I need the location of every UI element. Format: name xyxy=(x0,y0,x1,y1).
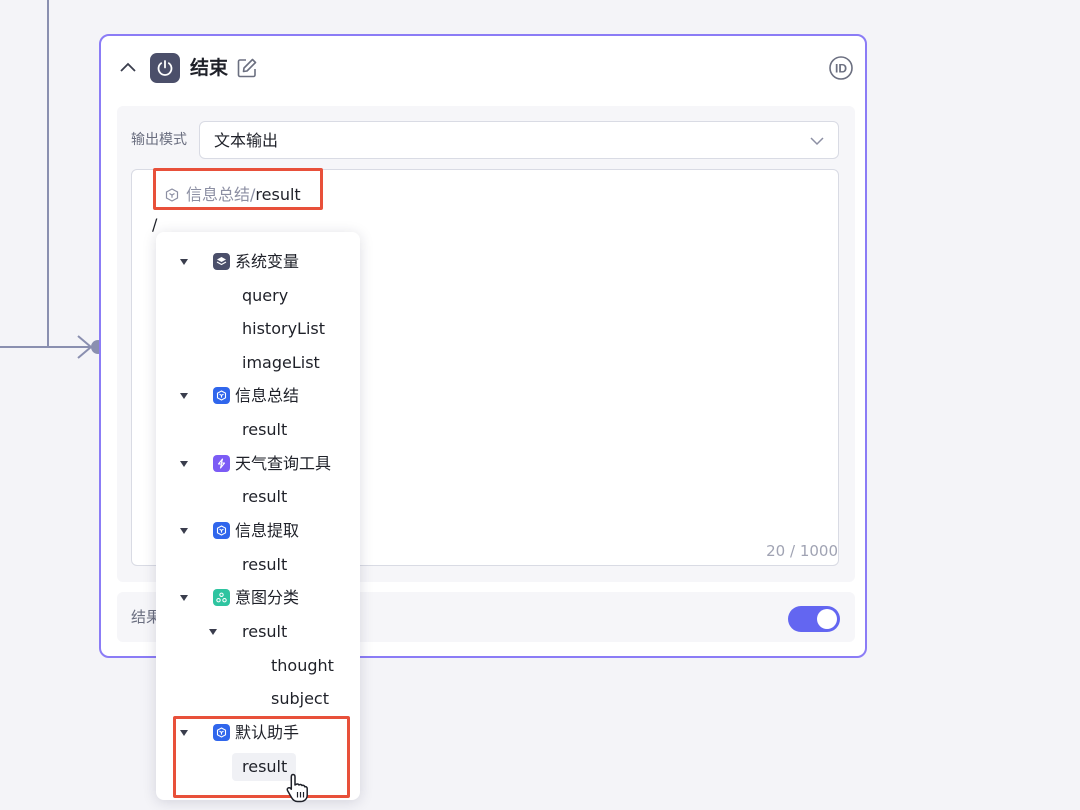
variable-reference-tag[interactable]: 信息总结 / result xyxy=(165,184,301,206)
variable-dropdown: 系统变量 query historyList imageList 信息总结 re… xyxy=(156,232,360,800)
tree-item[interactable]: result xyxy=(156,550,360,580)
layers-icon xyxy=(213,253,230,270)
variable-field-name: result xyxy=(255,185,301,204)
tree-group-info-summary[interactable]: 信息总结 xyxy=(156,381,360,411)
caret-down-icon[interactable] xyxy=(180,595,188,601)
tree-item-label: historyList xyxy=(242,319,325,338)
caret-down-icon[interactable] xyxy=(180,528,188,534)
caret-down-icon[interactable] xyxy=(180,393,188,399)
tree-item[interactable]: result xyxy=(156,415,360,445)
cube-icon xyxy=(213,724,230,741)
tree-group-label: 意图分类 xyxy=(235,588,300,607)
chevron-down-icon xyxy=(810,137,824,146)
tree-group-label: 信息提取 xyxy=(235,521,300,540)
edit-icon[interactable] xyxy=(236,57,258,79)
caret-down-icon[interactable] xyxy=(180,461,188,467)
tree-item[interactable]: query xyxy=(156,281,360,311)
tree-group-system-variables[interactable]: 系统变量 xyxy=(156,247,360,277)
cube-icon xyxy=(165,188,179,202)
cube-icon xyxy=(213,522,230,539)
cube-icon xyxy=(213,387,230,404)
toggle-knob xyxy=(817,609,837,629)
connector-line-horizontal xyxy=(0,346,47,348)
tree-item-label: result xyxy=(242,487,288,506)
output-mode-value: 文本输出 xyxy=(214,131,279,150)
tree-group-label: 信息总结 xyxy=(235,386,300,405)
tree-item-label: thought xyxy=(271,656,334,675)
caret-down-icon[interactable] xyxy=(180,259,188,265)
tree-group-default-assistant[interactable]: 默认助手 xyxy=(156,718,360,748)
chevron-up-icon[interactable] xyxy=(118,58,138,78)
tree-item-label: result xyxy=(242,420,288,439)
svg-text:ID: ID xyxy=(835,62,847,76)
tree-group-label: 默认助手 xyxy=(235,723,300,742)
tree-group-intent-classify[interactable]: 意图分类 xyxy=(156,583,360,613)
connector-line-vertical xyxy=(47,0,49,347)
tree-group-weather-tool[interactable]: 天气查询工具 xyxy=(156,449,360,479)
hand-pointer-icon xyxy=(286,773,308,803)
tree-group-label: 天气查询工具 xyxy=(235,454,332,473)
power-icon xyxy=(157,60,173,76)
tree-item[interactable]: result xyxy=(156,482,360,512)
node-type-icon xyxy=(150,53,180,83)
output-mode-select[interactable]: 文本输出 xyxy=(199,121,839,159)
tree-item[interactable]: thought xyxy=(156,651,360,681)
caret-down-icon[interactable] xyxy=(209,629,217,635)
tree-item[interactable]: subject xyxy=(156,684,360,714)
bolt-icon xyxy=(213,455,230,472)
tree-item-label: subject xyxy=(271,689,329,708)
id-icon[interactable]: ID xyxy=(828,55,854,81)
share-icon xyxy=(213,589,230,606)
result-toggle[interactable] xyxy=(788,606,840,632)
tree-item[interactable]: imageList xyxy=(156,348,360,378)
typed-text: / xyxy=(152,215,158,234)
tree-item-label: query xyxy=(242,286,289,305)
character-counter: 20 / 1000 xyxy=(766,542,838,560)
tree-item[interactable]: historyList xyxy=(156,314,360,344)
tree-subgroup-result[interactable]: result xyxy=(156,617,360,647)
tree-group-label: 系统变量 xyxy=(235,252,300,271)
output-mode-label: 输出模式 xyxy=(131,132,187,148)
variable-node-name: 信息总结 xyxy=(186,185,251,204)
tree-item-label: result xyxy=(242,757,288,776)
node-title: 结束 xyxy=(190,57,229,79)
tree-item-label: imageList xyxy=(242,353,320,372)
tree-group-info-extract[interactable]: 信息提取 xyxy=(156,516,360,546)
tree-item-label: result xyxy=(242,555,288,574)
tree-item-label: result xyxy=(242,622,288,641)
tree-item-hovered[interactable]: result xyxy=(156,752,360,782)
caret-down-icon[interactable] xyxy=(180,730,188,736)
